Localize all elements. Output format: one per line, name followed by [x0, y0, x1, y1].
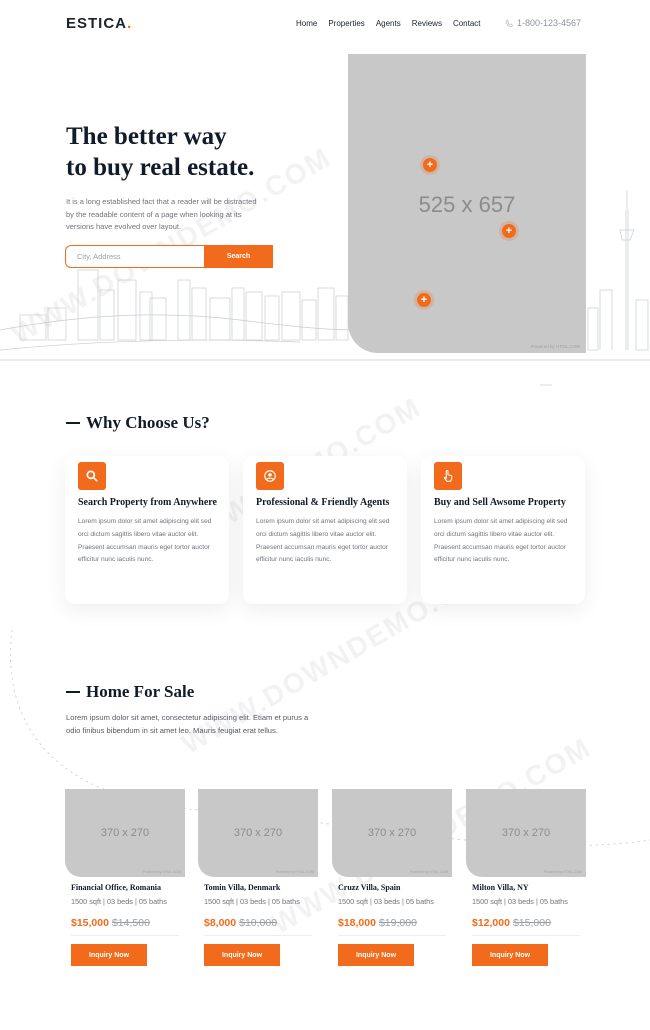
phone-number[interactable]: 1-800-123-4567 — [505, 18, 581, 28]
home-for-sale-description: Lorem ipsum dolor sit amet, consectetur … — [66, 713, 309, 735]
home-for-sale-title: Home For Sale — [66, 682, 194, 702]
feature-card-text: Lorem ipsum dolor sit amet adipiscing el… — [78, 518, 212, 564]
current-price: $12,000 — [472, 917, 510, 929]
hero-image-size-label: 525 x 657 — [418, 192, 516, 217]
search-bar: Search — [65, 245, 273, 268]
property-info: 1500 sqft | 03 beds | 05 baths — [338, 897, 434, 906]
property-card: 370 x 270 Powered by HTML.COM Financial O… — [65, 789, 185, 966]
old-price: $15,000 — [512, 917, 551, 929]
property-image[interactable]: 370 x 270 Powered by HTML.COM — [332, 789, 452, 877]
nav-agents[interactable]: Agents — [376, 19, 401, 28]
inquiry-now-button[interactable]: Inquiry Now — [204, 944, 280, 966]
property-image[interactable]: 370 x 270 Powered by HTML.COM — [198, 789, 318, 877]
property-image[interactable]: 370 x 270 Powered by HTML.COM — [65, 789, 185, 877]
current-price: $18,000 — [338, 917, 376, 929]
image-size-label: 370 x 270 — [100, 827, 150, 839]
hero-title-line2: to buy real estate. — [66, 154, 255, 181]
property-name[interactable]: Tomin Villa, Denmark — [204, 883, 318, 892]
phone-icon — [505, 19, 513, 27]
logo-text: ESTICA — [66, 15, 128, 32]
property-name[interactable]: Milton Villa, NY — [472, 883, 586, 892]
inquiry-now-button[interactable]: Inquiry Now — [71, 944, 147, 966]
why-choose-title-text: Why Choose Us? — [86, 413, 210, 432]
nav-properties[interactable]: Properties — [328, 19, 364, 28]
feature-card-title: Professional & Friendly Agents — [256, 497, 390, 508]
image-size-label: 370 x 270 — [501, 827, 551, 839]
property-name[interactable]: Financial Office, Romania — [71, 883, 185, 892]
divider — [204, 935, 312, 936]
map-pin-button[interactable]: + — [502, 224, 516, 238]
inquiry-now-button[interactable]: Inquiry Now — [472, 944, 548, 966]
logo[interactable]: ESTICA. — [66, 15, 132, 32]
current-price: $15,000 — [71, 917, 109, 929]
main-nav: Home Properties Agents Reviews Contact — [296, 19, 481, 28]
hero-title-line1: The better way — [66, 123, 227, 150]
current-price: $8,000 — [204, 917, 237, 929]
inquiry-now-button[interactable]: Inquiry Now — [338, 944, 414, 966]
feature-card-title: Search Property from Anywhere — [78, 497, 217, 508]
divider — [338, 935, 446, 936]
property-card: 370 x 270 Powered by HTML.COM Cruzz Villa… — [332, 789, 452, 966]
user-icon — [256, 462, 284, 490]
image-credit: Powered by HTML.COM — [142, 870, 181, 874]
image-size-label: 370 x 270 — [233, 827, 283, 839]
title-dash — [66, 422, 80, 424]
hero-image-placeholder: 525 x 657 Powered by HTML.COM + + + — [348, 54, 586, 353]
image-size-label: 370 x 270 — [367, 827, 417, 839]
feature-card-text: Lorem ipsum dolor sit amet adipiscing el… — [256, 518, 390, 564]
divider — [472, 935, 580, 936]
feature-card: Buy and Sell Awsome Property Lorem ipsum… — [421, 456, 585, 604]
image-credit: Powered by HTML.COM — [409, 870, 448, 874]
map-pin-button[interactable]: + — [417, 293, 431, 307]
search-icon — [78, 462, 106, 490]
feature-card-title: Buy and Sell Awsome Property — [434, 497, 566, 508]
property-info: 1500 sqft | 03 beds | 05 baths — [204, 897, 300, 906]
home-for-sale-title-text: Home For Sale — [86, 682, 195, 701]
divider — [71, 935, 179, 936]
property-info: 1500 sqft | 03 beds | 05 baths — [71, 897, 167, 906]
search-button[interactable]: Search — [204, 245, 273, 268]
nav-home[interactable]: Home — [296, 19, 317, 28]
property-price: $18,000 $19,000 — [338, 917, 452, 929]
logo-dot: . — [127, 15, 133, 32]
property-name[interactable]: Cruzz Villa, Spain — [338, 883, 452, 892]
phone-text: 1-800-123-4567 — [517, 18, 582, 28]
hand-pointer-icon — [434, 462, 462, 490]
old-price: $10,000 — [239, 917, 278, 929]
feature-card: Professional & Friendly Agents Lorem ips… — [243, 456, 407, 604]
property-info: 1500 sqft | 03 beds | 05 baths — [472, 897, 568, 906]
old-price: $14,500 — [111, 917, 150, 929]
nav-contact[interactable]: Contact — [453, 19, 481, 28]
hero-description: It is a long established fact that a rea… — [66, 197, 257, 231]
feature-card: Search Property from Anywhere Lorem ipsu… — [65, 456, 229, 604]
property-price: $15,000 $14,500 — [71, 917, 185, 929]
old-price: $19,000 — [378, 917, 417, 929]
title-dash — [66, 691, 80, 693]
property-card: 370 x 270 Powered by HTML.COM Milton Vill… — [466, 789, 586, 966]
nav-reviews[interactable]: Reviews — [412, 19, 442, 28]
map-pin-button[interactable]: + — [423, 158, 437, 172]
feature-card-text: Lorem ipsum dolor sit amet adipiscing el… — [434, 518, 568, 564]
hero-title: The better way to buy real estate. — [66, 121, 306, 183]
property-card: 370 x 270 Powered by HTML.COM Tomin Villa… — [198, 789, 318, 966]
image-credit: Powered by HTML.COM — [543, 870, 582, 874]
image-credit: Powered by HTML.COM — [275, 870, 314, 874]
hero-image-credit: Powered by HTML.COM — [530, 344, 580, 349]
property-price: $12,000 $15,000 — [472, 917, 586, 929]
search-input[interactable] — [65, 245, 204, 268]
property-image[interactable]: 370 x 270 Powered by HTML.COM — [466, 789, 586, 877]
property-price: $8,000 $10,000 — [204, 917, 318, 929]
why-choose-title: Why Choose Us? — [66, 413, 210, 433]
